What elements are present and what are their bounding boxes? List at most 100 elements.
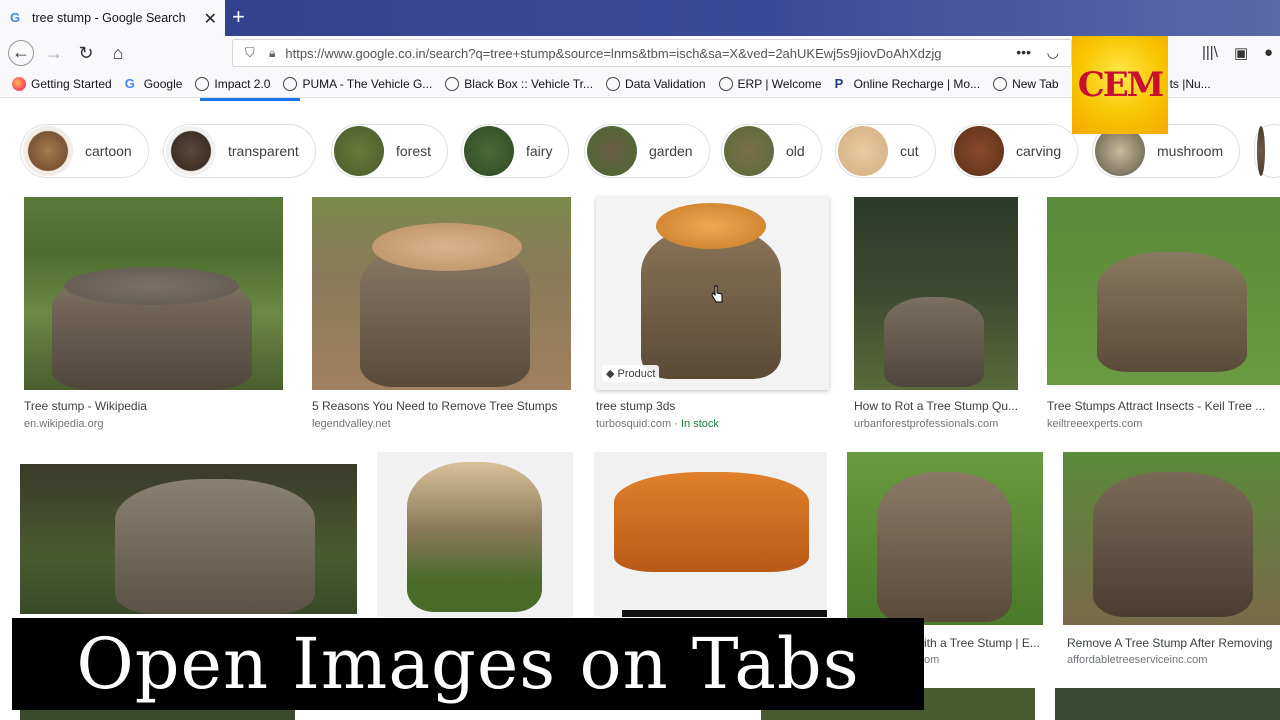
result-source[interactable]: turbosquid.com · In stock — [596, 418, 719, 430]
url-text[interactable]: https://www.google.co.in/search?q=tree+s… — [285, 46, 1005, 61]
chip-thumbnail — [954, 126, 1004, 176]
new-tab-icon[interactable]: + — [232, 4, 245, 30]
globe-icon — [993, 76, 1008, 91]
image-result[interactable] — [594, 452, 827, 617]
forward-icon[interactable]: → — [42, 42, 66, 66]
globe-icon — [283, 76, 298, 91]
chip-label: forest — [396, 143, 432, 159]
tab-bar: G tree stump - Google Search ✕ + — [0, 0, 1280, 36]
result-image[interactable] — [20, 464, 357, 614]
chip-label: cut — [900, 143, 919, 159]
result-title[interactable]: Tree stump - Wikipedia — [24, 399, 283, 413]
result-source[interactable]: urbanforestprofessionals.com — [854, 418, 998, 430]
globe-icon — [445, 76, 460, 91]
result-source[interactable]: en.wikipedia.org — [24, 418, 104, 430]
result-title[interactable]: 5 Reasons You Need to Remove Tree Stumps — [312, 399, 571, 413]
bookmark-item[interactable]: Getting Started — [12, 76, 112, 91]
google-icon: G — [124, 75, 135, 91]
url-bar[interactable]: ⛉ 🔒︎ https://www.google.co.in/search?q=t… — [232, 39, 1072, 67]
page-actions-icon[interactable]: ••• — [1016, 44, 1031, 60]
caption-text: Open Images on Tabs — [76, 623, 860, 705]
result-title[interactable]: ith a Tree Stump | E... — [924, 636, 1044, 650]
chip-thumbnail — [464, 126, 514, 176]
result-title[interactable]: Tree Stumps Attract Insects - Keil Tree … — [1047, 399, 1280, 413]
result-source[interactable]: keiltreeexperts.com — [1047, 418, 1142, 430]
bookmark-item[interactable]: ts |Nu... — [1170, 77, 1211, 91]
chip-thumbnail — [838, 126, 888, 176]
image-result[interactable]: 5 Reasons You Need to Remove Tree Stumps… — [312, 197, 572, 430]
image-result[interactable]: Remove A Tree Stump After Removing affor… — [1063, 452, 1280, 677]
result-image[interactable] — [1047, 197, 1280, 385]
result-image[interactable] — [847, 452, 1043, 625]
bookmark-item[interactable]: New Tab — [993, 76, 1059, 91]
shield-icon[interactable]: ⛉ — [245, 45, 259, 61]
logo-text: CEM — [1077, 65, 1165, 105]
bookmark-label: ERP | Welcome — [737, 76, 822, 91]
browser-tab[interactable]: G tree stump - Google Search ✕ — [0, 0, 225, 36]
image-result[interactable]: Tree Stumps Attract Insects - Keil Tree … — [1047, 197, 1280, 430]
result-source[interactable]: affordabletreeserviceinc.com — [1067, 654, 1207, 666]
chip-next[interactable] — [1254, 124, 1280, 178]
image-result[interactable] — [20, 710, 295, 720]
result-image[interactable] — [24, 197, 283, 390]
chip-label: fairy — [526, 143, 553, 159]
chip-label: garden — [649, 143, 693, 159]
chip-label: transparent — [228, 143, 299, 159]
result-image[interactable] — [1063, 452, 1280, 625]
globe-icon — [195, 76, 210, 91]
hand-cursor-icon — [711, 285, 723, 303]
bookmark-label: Getting Started — [31, 76, 112, 91]
result-source[interactable]: om — [924, 654, 939, 666]
image-result[interactable] — [20, 464, 357, 614]
image-result[interactable]: ◆ Product tree stump 3ds turbosquid.com … — [596, 197, 830, 430]
chip-cartoon[interactable]: cartoon — [20, 124, 149, 178]
chip-transparent[interactable]: transparent — [163, 124, 316, 178]
image-result[interactable]: Tree stump - Wikipedia en.wikipedia.org — [24, 197, 284, 430]
chip-old[interactable]: old — [721, 124, 822, 178]
result-title[interactable]: Remove A Tree Stump After Removing — [1067, 636, 1280, 650]
video-caption: Open Images on Tabs — [12, 618, 924, 710]
result-image[interactable] — [854, 197, 1018, 390]
chip-thumbnail — [23, 126, 73, 176]
chip-fairy[interactable]: fairy — [461, 124, 570, 178]
image-result[interactable] — [1055, 688, 1280, 720]
chip-forest[interactable]: forest — [331, 124, 449, 178]
sidebar-icon[interactable]: ▣ — [1234, 44, 1248, 62]
bookmark-label: Online Recharge | Mo... — [853, 76, 981, 91]
image-result[interactable]: How to Rot a Tree Stump Qu... urbanfores… — [854, 197, 1019, 430]
bookmark-label: PUMA - The Vehicle G... — [302, 76, 433, 91]
home-icon[interactable]: ⌂ — [106, 42, 130, 66]
chip-cut[interactable]: cut — [835, 124, 936, 178]
account-icon[interactable]: ● — [1264, 44, 1273, 61]
result-image[interactable] — [312, 197, 571, 390]
bookmark-item[interactable]: ERP | Welcome — [718, 76, 822, 91]
stock-status: · In stock — [674, 418, 719, 430]
bookmark-item[interactable]: P Online Recharge | Mo... — [835, 76, 981, 91]
bookmark-item[interactable]: Data Validation — [606, 76, 706, 91]
chip-carving[interactable]: carving — [951, 124, 1079, 178]
chip-garden[interactable]: garden — [584, 124, 710, 178]
bookmark-label: Google — [143, 76, 183, 91]
result-title[interactable]: How to Rot a Tree Stump Qu... — [854, 399, 1024, 413]
image-result[interactable] — [377, 452, 573, 617]
pocket-icon[interactable]: ◡ — [1047, 44, 1059, 61]
chip-label: carving — [1016, 143, 1062, 159]
chip-thumbnail — [587, 126, 637, 176]
bookmark-item[interactable]: Impact 2.0 — [195, 76, 270, 91]
reload-icon[interactable]: ↻ — [74, 42, 98, 66]
bookmark-item[interactable]: G Google — [124, 75, 183, 91]
result-image[interactable] — [377, 452, 573, 617]
bookmark-item[interactable]: PUMA - The Vehicle G... — [283, 76, 433, 91]
firefox-icon — [12, 76, 26, 91]
chip-thumbnail — [166, 126, 216, 176]
result-source[interactable]: legendvalley.net — [312, 418, 391, 430]
result-image[interactable] — [594, 452, 827, 617]
back-icon[interactable]: ← — [8, 40, 34, 66]
globe-icon — [718, 76, 733, 91]
lock-icon[interactable]: 🔒︎ — [269, 46, 275, 61]
bookmark-item[interactable]: Black Box :: Vehicle Tr... — [445, 76, 593, 91]
library-icon[interactable]: |||\ — [1202, 44, 1218, 61]
close-tab-icon[interactable]: ✕ — [204, 9, 217, 29]
badge-label: Product — [617, 368, 656, 380]
result-title[interactable]: tree stump 3ds — [596, 399, 829, 413]
